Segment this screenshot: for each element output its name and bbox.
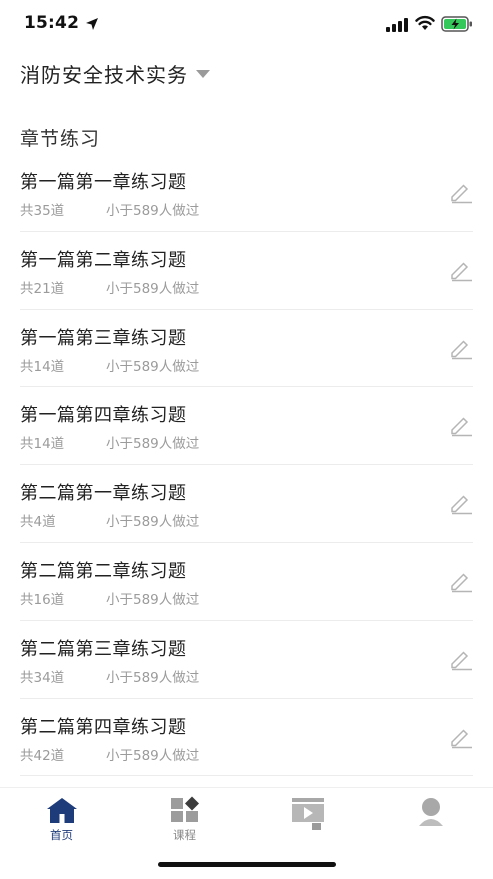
subject-selector[interactable]: 消防安全技术实务 xyxy=(20,58,210,88)
done-count: 小于589人做过 xyxy=(106,514,200,531)
tab-home[interactable]: 首页 xyxy=(0,788,123,848)
chapter-title: 第二篇第二章练习题 xyxy=(20,560,187,582)
video-icon xyxy=(291,798,324,830)
chapter-item[interactable]: 第一篇第四章练习题 共14道 小于589人做过 xyxy=(20,387,473,466)
tab-video[interactable] xyxy=(246,788,369,848)
pencil-icon[interactable] xyxy=(449,336,473,360)
pencil-icon[interactable] xyxy=(449,413,473,437)
chapter-item[interactable]: 第一篇第三章练习题 共14道 小于589人做过 xyxy=(20,310,473,388)
question-count: 共21道 xyxy=(20,280,65,297)
chapter-title: 第一篇第二章练习题 xyxy=(20,249,187,271)
tab-profile[interactable] xyxy=(369,788,492,848)
done-count: 小于589人做过 xyxy=(106,436,200,453)
question-count: 共4道 xyxy=(20,514,56,531)
chapter-item[interactable]: 第一篇第二章练习题 共21道 小于589人做过 xyxy=(20,232,473,310)
wifi-icon xyxy=(415,15,435,30)
done-count: 小于589人做过 xyxy=(106,669,200,686)
pencil-icon[interactable] xyxy=(449,569,473,593)
chapter-item[interactable]: 第二篇第三章练习题 共34道 小于589人做过 xyxy=(20,621,473,699)
chapter-list: 第一篇第一章练习题 共35道 小于589人做过 第一篇第二章练习题 共21道 小… xyxy=(0,154,493,777)
done-count: 小于589人做过 xyxy=(106,591,200,608)
tab-course[interactable]: 课程 xyxy=(123,788,246,848)
question-count: 共34道 xyxy=(20,669,65,686)
done-count: 小于589人做过 xyxy=(106,280,200,297)
chapter-title: 第一篇第四章练习题 xyxy=(20,405,187,427)
status-bar: 15:42 xyxy=(0,0,493,48)
tab-label: 课程 xyxy=(173,828,196,842)
course-icon xyxy=(170,796,199,822)
done-count: 小于589人做过 xyxy=(106,358,200,375)
pencil-icon[interactable] xyxy=(449,258,473,282)
subject-title: 消防安全技术实务 xyxy=(20,62,188,87)
tab-label: 首页 xyxy=(50,828,73,842)
chapter-item[interactable]: 第一篇第一章练习题 共35道 小于589人做过 xyxy=(20,154,473,232)
home-indicator[interactable] xyxy=(158,862,336,867)
chapter-title: 第二篇第四章练习题 xyxy=(20,716,187,738)
chapter-title: 第二篇第三章练习题 xyxy=(20,638,187,660)
profile-icon xyxy=(418,798,443,826)
question-count: 共16道 xyxy=(20,591,65,608)
home-icon xyxy=(46,798,77,823)
section-title: 章节练习 xyxy=(20,128,101,150)
chapter-title: 第二篇第一章练习题 xyxy=(20,483,187,505)
chapter-title: 第一篇第一章练习题 xyxy=(20,172,187,193)
status-time: 15:42 xyxy=(24,13,80,33)
caret-down-icon xyxy=(196,70,210,78)
done-count: 小于589人做过 xyxy=(106,203,200,219)
chapter-item[interactable]: 第二篇第一章练习题 共4道 小于589人做过 xyxy=(20,465,473,543)
pencil-icon[interactable] xyxy=(449,647,473,671)
pencil-icon[interactable] xyxy=(449,725,473,749)
chapter-item[interactable]: 第二篇第二章练习题 共16道 小于589人做过 xyxy=(20,543,473,621)
pencil-icon[interactable] xyxy=(449,180,473,204)
battery-charging-icon xyxy=(441,16,472,32)
chapter-title: 第一篇第三章练习题 xyxy=(20,327,187,349)
question-count: 共42道 xyxy=(20,747,65,764)
question-count: 共35道 xyxy=(20,203,65,219)
location-arrow-icon xyxy=(86,18,98,30)
question-count: 共14道 xyxy=(20,436,65,453)
chapter-item[interactable]: 第二篇第四章练习题 共42道 小于589人做过 xyxy=(20,699,473,777)
cellular-signal-icon xyxy=(386,18,408,32)
question-count: 共14道 xyxy=(20,358,65,375)
pencil-icon[interactable] xyxy=(449,491,473,515)
done-count: 小于589人做过 xyxy=(106,747,200,764)
